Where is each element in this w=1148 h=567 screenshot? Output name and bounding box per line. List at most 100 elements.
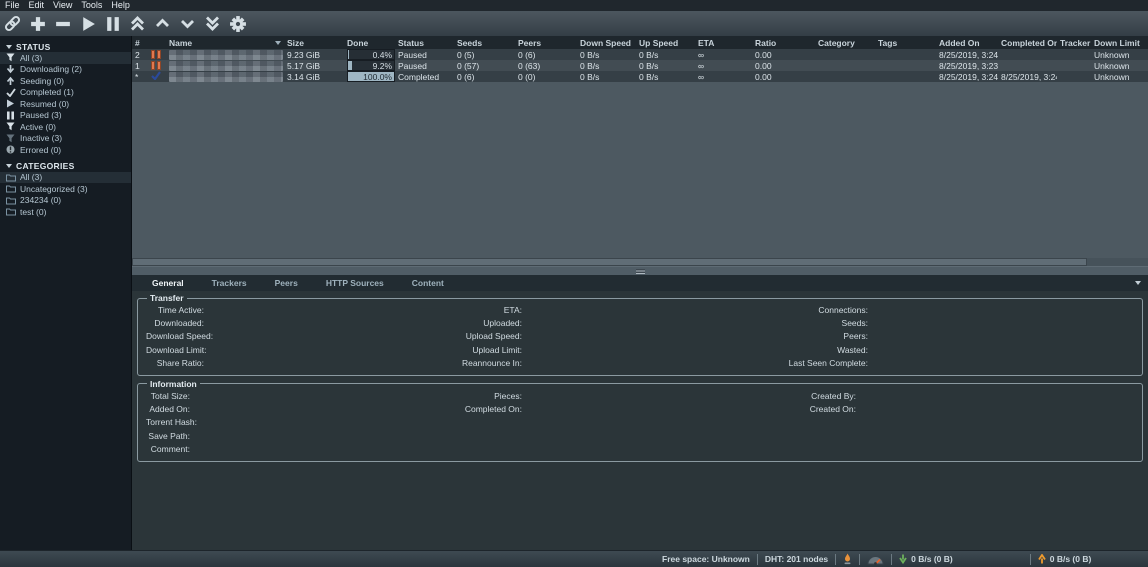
sidebar-item-errored[interactable]: Errored (0) (0, 144, 131, 156)
menu-edit[interactable]: Edit (27, 0, 52, 11)
queue-position: * (135, 72, 138, 82)
free-space-status: Free space: Unknown (662, 554, 750, 564)
queue-top-icon[interactable] (125, 12, 150, 35)
table-row[interactable]: 2 9.23 GiB 0.4% Paused 0 (5) 0 (6) 0 B/s… (132, 49, 1148, 60)
column-header-number[interactable]: # (132, 36, 166, 49)
play-icon (5, 99, 16, 108)
torrent-panel: # Name Size Done Status Seeds Peers Down… (132, 36, 1148, 550)
check-icon (5, 88, 16, 97)
sidebar-item-label: All (3) (20, 172, 42, 182)
statusbar-divider (1030, 554, 1031, 565)
upload-speed-status[interactable]: 0 B/s (0 B) (1038, 554, 1092, 564)
sidebar-item-all-status[interactable]: All (3) (0, 52, 131, 64)
status-section-header[interactable]: STATUS (0, 41, 131, 52)
pause-icon (5, 111, 16, 120)
cell-ratio: 0.00 (752, 72, 815, 82)
menu-view[interactable]: View (51, 0, 79, 11)
sidebar-item-label: Inactive (3) (20, 133, 62, 143)
add-torrent-plus-icon[interactable] (25, 12, 50, 35)
sidebar-item-downloading[interactable]: Downloading (2) (0, 64, 131, 76)
cell-added-on: 8/25/2019, 3:24... (936, 50, 998, 60)
tab-http-sources[interactable]: HTTP Sources (312, 278, 398, 288)
tab-trackers[interactable]: Trackers (198, 278, 261, 288)
sidebar-item-completed[interactable]: Completed (1) (0, 87, 131, 99)
column-header-name[interactable]: Name (166, 36, 284, 49)
sidebar-item-category-test[interactable]: test (0) (0, 206, 131, 218)
information-fieldset: Information Total Size:Pieces:Created By… (137, 379, 1143, 462)
sidebar-item-category-all[interactable]: All (3) (0, 172, 131, 184)
categories-section-header[interactable]: CATEGORIES (0, 161, 131, 172)
column-header-seeds[interactable]: Seeds (454, 36, 515, 49)
statusbar-divider (859, 554, 860, 565)
label-download-speed: Download Speed: (146, 331, 204, 341)
column-header-ratio[interactable]: Ratio (752, 36, 815, 49)
tab-overflow-icon[interactable] (1135, 281, 1141, 285)
connection-flame-icon[interactable] (843, 553, 852, 565)
column-header-category[interactable]: Category (815, 36, 875, 49)
column-header-tracker[interactable]: Tracker (1057, 36, 1091, 49)
tab-peers[interactable]: Peers (261, 278, 312, 288)
cell-peers: 0 (63) (515, 61, 577, 71)
arrow-down-icon (5, 64, 16, 74)
table-row[interactable]: 1 5.17 GiB 9.2% Paused 0 (57) 0 (63) 0 B… (132, 60, 1148, 71)
torrent-name-redacted (169, 72, 283, 82)
pause-icon[interactable] (100, 12, 125, 35)
sidebar-item-category-234234[interactable]: 234234 (0) (0, 195, 131, 207)
tab-content[interactable]: Content (398, 278, 458, 288)
sidebar-item-label: test (0) (20, 207, 46, 217)
preferences-gear-icon[interactable] (225, 12, 250, 35)
cell-status: Paused (395, 61, 454, 71)
column-header-eta[interactable]: ETA (695, 36, 752, 49)
column-header-tags[interactable]: Tags (875, 36, 936, 49)
sidebar-item-active[interactable]: Active (0) (0, 121, 131, 133)
label-created-by: Created By: (522, 391, 856, 401)
column-header-size[interactable]: Size (284, 36, 344, 49)
sidebar-item-inactive[interactable]: Inactive (3) (0, 133, 131, 145)
horizontal-scrollbar[interactable] (132, 258, 1148, 266)
cell-peers: 0 (0) (515, 72, 577, 82)
column-header-down-limit[interactable]: Down Limit (1091, 36, 1148, 49)
download-speed-status[interactable]: 0 B/s (0 B) (899, 554, 953, 564)
column-header-added-on[interactable]: Added On (936, 36, 998, 49)
sidebar-item-label: Completed (1) (20, 87, 74, 97)
cell-ratio: 0.00 (752, 61, 815, 71)
menu-help[interactable]: Help (109, 0, 137, 11)
queue-bottom-icon[interactable] (200, 12, 225, 35)
error-icon (5, 145, 16, 154)
cell-peers: 0 (6) (515, 50, 577, 60)
column-header-up-speed[interactable]: Up Speed (636, 36, 695, 49)
menu-file[interactable]: File (3, 0, 27, 11)
column-header-completed-on[interactable]: Completed On (998, 36, 1057, 49)
table-row[interactable]: * 3.14 GiB 100.0% Completed 0 (6) 0 (0) … (132, 71, 1148, 82)
column-header-done[interactable]: Done (344, 36, 395, 49)
completed-state-icon (151, 71, 161, 82)
sidebar-item-seeding[interactable]: Seeding (0) (0, 75, 131, 87)
sidebar-item-paused[interactable]: Paused (3) (0, 110, 131, 122)
cell-down-speed: 0 B/s (577, 50, 636, 60)
column-header-status[interactable]: Status (395, 36, 454, 49)
label-reannounce-in: Reannounce In: (204, 358, 522, 368)
remove-torrent-minus-icon[interactable] (50, 12, 75, 35)
label-torrent-hash: Torrent Hash: (146, 417, 190, 427)
queue-down-icon[interactable] (175, 12, 200, 35)
filter-icon (5, 53, 16, 62)
speed-gauge-icon[interactable] (867, 554, 884, 565)
cell-up-speed: 0 B/s (636, 72, 695, 82)
download-speed-text: 0 B/s (0 B) (911, 554, 953, 564)
sidebar-item-resumed[interactable]: Resumed (0) (0, 98, 131, 110)
menu-tools[interactable]: Tools (79, 0, 109, 11)
column-header-down-speed[interactable]: Down Speed (577, 36, 636, 49)
cell-down-limit: Unknown (1091, 72, 1148, 82)
tab-general[interactable]: General (138, 278, 198, 288)
label-download-limit: Download Limit: (146, 345, 204, 355)
sidebar-item-category-uncategorized[interactable]: Uncategorized (3) (0, 183, 131, 195)
queue-up-icon[interactable] (150, 12, 175, 35)
scrollbar-thumb[interactable] (132, 258, 1087, 266)
cell-eta: ∞ (695, 50, 752, 60)
column-header-peers[interactable]: Peers (515, 36, 577, 49)
label-downloaded: Downloaded: (146, 318, 204, 328)
add-url-link-icon[interactable] (0, 12, 25, 35)
resume-play-icon[interactable] (75, 12, 100, 35)
deluge-window: File Edit View Tools Help (0, 0, 1148, 567)
statusbar-divider (835, 554, 836, 565)
